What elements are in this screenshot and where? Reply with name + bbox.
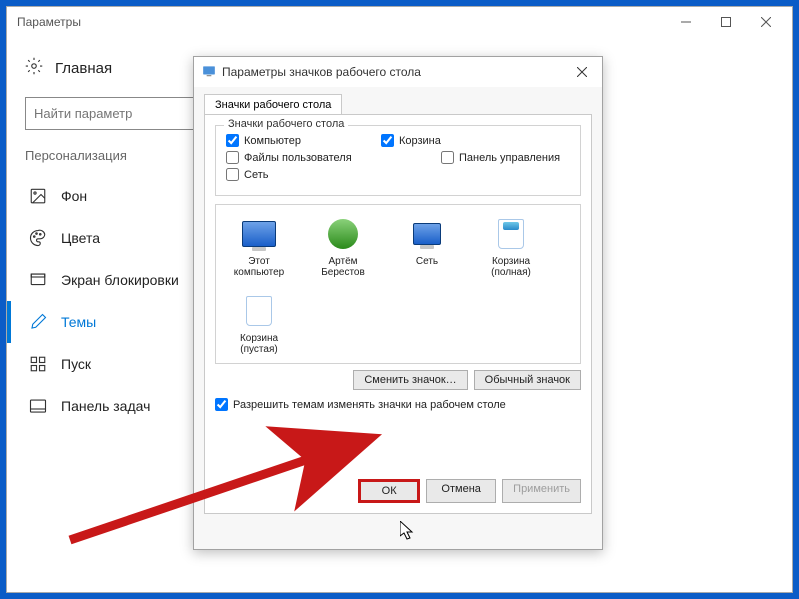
check-cpanel[interactable]: Панель управления	[441, 151, 560, 164]
dialog-titlebar: Параметры значков рабочего стола	[194, 57, 602, 87]
allow-themes-check[interactable]: Разрешить темам изменять значки на рабоч…	[215, 398, 581, 411]
taskbar-icon	[29, 397, 47, 415]
brush-icon	[29, 313, 47, 331]
desktop-icons-group: Значки рабочего стола Компьютер Корзина …	[215, 125, 581, 196]
check-computer[interactable]: Компьютер	[226, 134, 301, 147]
picture-icon	[29, 187, 47, 205]
change-icon-button[interactable]: Сменить значок…	[353, 370, 467, 390]
ok-button[interactable]: ОК	[358, 479, 420, 503]
icon-preview-grid[interactable]: Этот компьютер Артём Берестов Сеть Корзи…	[215, 204, 581, 364]
icon-this-pc[interactable]: Этот компьютер	[226, 215, 292, 278]
titlebar: Параметры	[7, 7, 792, 37]
tab-desktop-icons[interactable]: Значки рабочего стола	[204, 94, 342, 115]
minimize-button[interactable]	[666, 8, 706, 36]
palette-icon	[29, 229, 47, 247]
check-recycle[interactable]: Корзина	[381, 134, 441, 147]
home-label: Главная	[55, 60, 112, 77]
dialog-icon	[202, 64, 216, 81]
window-title: Параметры	[17, 15, 81, 29]
maximize-button[interactable]	[706, 8, 746, 36]
desktop-icons-dialog: Параметры значков рабочего стола Значки …	[193, 56, 603, 550]
icon-user[interactable]: Артём Берестов	[310, 215, 376, 278]
default-icon-button[interactable]: Обычный значок	[474, 370, 581, 390]
lock-icon	[29, 271, 47, 289]
dialog-title: Параметры значков рабочего стола	[222, 65, 421, 79]
apply-button[interactable]: Применить	[502, 479, 581, 503]
check-userfiles[interactable]: Файлы пользователя	[226, 151, 361, 164]
cancel-button[interactable]: Отмена	[426, 479, 496, 503]
icon-bin-full[interactable]: Корзина (полная)	[478, 215, 544, 278]
check-network[interactable]: Сеть	[226, 168, 268, 181]
dialog-close-button[interactable]	[570, 60, 594, 84]
icon-bin-empty[interactable]: Корзина (пустая)	[226, 292, 292, 355]
close-button[interactable]	[746, 8, 786, 36]
grid-icon	[29, 355, 47, 373]
cursor-icon	[400, 521, 416, 541]
gear-icon	[25, 57, 43, 79]
icon-network[interactable]: Сеть	[394, 215, 460, 278]
